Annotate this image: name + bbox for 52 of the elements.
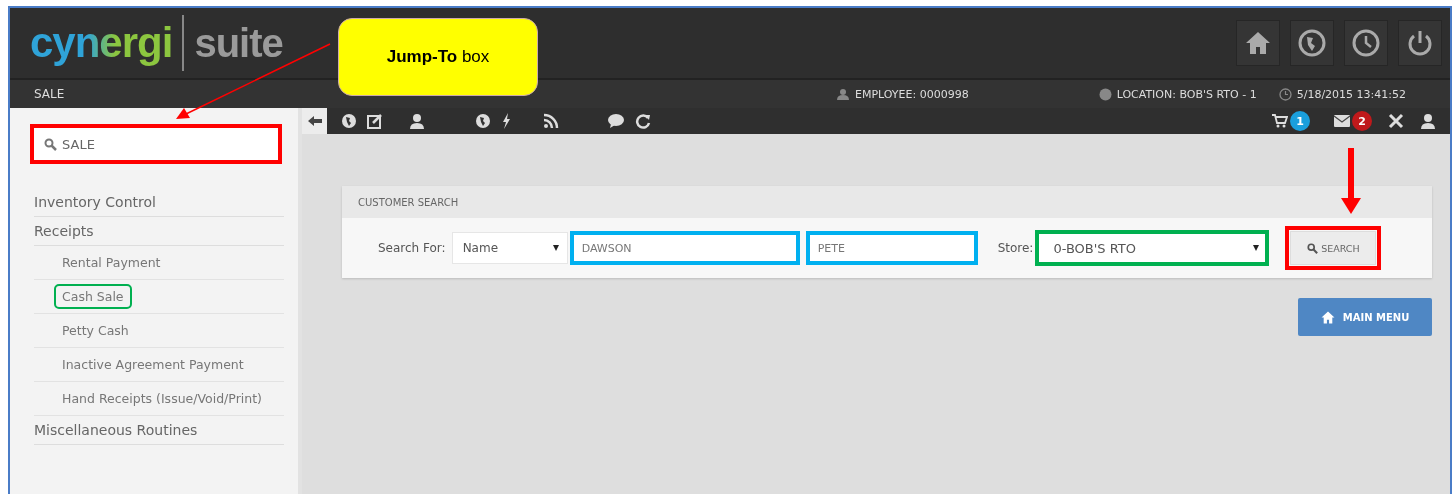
edit-icon[interactable] xyxy=(367,113,383,129)
search-type-dropdown[interactable]: Name xyxy=(451,232,568,264)
search-icon xyxy=(44,137,57,151)
jump-to-field[interactable]: SALE xyxy=(30,124,282,164)
caret-icon xyxy=(1253,245,1260,251)
bolt-icon[interactable] xyxy=(501,113,511,129)
home-icon xyxy=(1320,310,1335,324)
store-label: Store: xyxy=(997,241,1034,255)
caret-icon xyxy=(552,245,559,251)
logo-text: suite xyxy=(194,20,283,66)
pointer-arrow xyxy=(1341,148,1361,214)
search-button[interactable]: SEARCH xyxy=(1290,231,1377,265)
search-icon xyxy=(1307,242,1319,254)
clock-icon xyxy=(1352,29,1380,57)
main-menu-button[interactable]: MAIN MENU xyxy=(1298,298,1432,336)
datetime-label: 5/18/2015 13:41:52 xyxy=(1296,87,1406,101)
globe-button[interactable] xyxy=(1290,20,1334,66)
user-icon[interactable] xyxy=(1420,113,1436,129)
callout-note: Jump-To box xyxy=(338,18,538,96)
clock-icon xyxy=(1278,87,1292,101)
cart-icon[interactable] xyxy=(1272,114,1288,128)
rss-icon[interactable] xyxy=(543,113,559,129)
menu-item[interactable]: Receipts xyxy=(34,217,284,246)
menu-item[interactable]: Hand Receipts (Issue/Void/Print) xyxy=(54,386,270,411)
last-name-field[interactable]: DAWSON xyxy=(569,231,800,265)
location-label: LOCATION: BOB'S RTO - 1 xyxy=(1116,87,1257,101)
store-dropdown[interactable]: 0-BOB'S RTO xyxy=(1035,230,1270,266)
menu-item[interactable]: Miscellaneous Routines xyxy=(34,416,284,445)
back-button[interactable] xyxy=(302,108,327,134)
first-name-field[interactable]: PETE xyxy=(805,231,978,265)
home-button[interactable] xyxy=(1236,20,1280,66)
power-icon xyxy=(1406,29,1434,57)
menu-item[interactable]: Inactive Agreement Payment xyxy=(54,352,252,377)
employee-label: EMPLOYEE: 0000998 xyxy=(854,87,969,101)
mail-count-badge: 2 xyxy=(1352,111,1372,131)
arrow-left-icon xyxy=(307,116,322,126)
clock-button[interactable] xyxy=(1344,20,1388,66)
menu-item[interactable]: Cash Sale xyxy=(54,284,132,309)
menu-item[interactable]: Inventory Control xyxy=(34,188,284,217)
chat-icon[interactable] xyxy=(607,113,625,129)
search-for-label: Search For: xyxy=(378,241,446,255)
menu-item[interactable]: Petty Cash xyxy=(54,318,137,343)
power-button[interactable] xyxy=(1398,20,1442,66)
user-icon xyxy=(835,88,850,100)
cart-count-badge: 1 xyxy=(1290,111,1310,131)
menu-item[interactable]: Rental Payment xyxy=(54,250,169,275)
panel-title: CUSTOMER SEARCH xyxy=(358,196,459,208)
mail-icon[interactable] xyxy=(1334,115,1350,127)
page-title: SALE xyxy=(34,87,65,101)
refresh-icon[interactable] xyxy=(635,113,651,129)
home-icon xyxy=(1245,31,1271,55)
user-icon[interactable] xyxy=(409,113,425,129)
